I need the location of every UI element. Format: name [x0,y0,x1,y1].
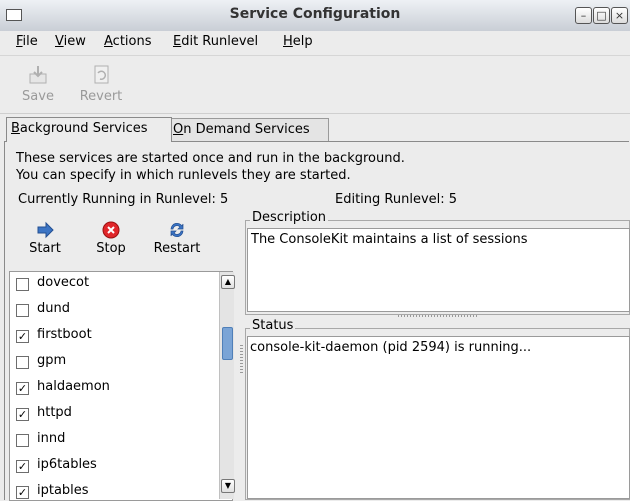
pane-splitter-vertical[interactable] [240,345,243,373]
service-name: ip6tables [37,457,97,472]
window-title: Service Configuration [229,6,401,22]
service-checkbox-ip6tables[interactable]: ✓ [16,460,29,473]
service-row-firstboot[interactable]: ✓ firstboot [10,324,220,350]
service-row-iptables[interactable]: ✓ iptables [10,480,220,500]
service-row-gpm[interactable]: gpm [10,350,220,376]
restart-icon [170,222,184,238]
services-scrollbar[interactable]: ▲ ▼ [219,272,235,499]
scroll-down-arrow-icon[interactable]: ▼ [221,479,235,493]
status-text-area[interactable] [247,336,630,499]
service-name: iptables [37,483,89,498]
description-line-1: These services are started once and run … [16,151,405,166]
service-checkbox-iptables[interactable]: ✓ [16,486,29,499]
service-row-haldaemon[interactable]: ✓ haldaemon [10,376,220,402]
service-checkbox-gpm[interactable] [16,356,29,369]
scroll-thumb[interactable] [222,327,233,360]
menu-file[interactable]: File [16,34,38,49]
stop-icon [102,221,120,239]
service-row-dund[interactable]: dund [10,298,220,324]
service-name: httpd [37,405,72,420]
stop-button[interactable]: Stop [80,221,142,263]
description-line-2: You can specify in which runlevels they … [16,168,351,183]
tab-background-services[interactable]: Background Services [6,117,172,142]
menu-bar [0,31,630,56]
service-name: innd [37,431,66,446]
description-text: The ConsoleKit maintains a list of sessi… [251,232,528,247]
service-checkbox-haldaemon[interactable]: ✓ [16,382,29,395]
minimize-button[interactable]: – [575,7,592,24]
service-checkbox-dund[interactable] [16,304,29,317]
service-checkbox-dovecot[interactable] [16,278,29,291]
service-name: firstboot [37,327,92,342]
service-row-ip6tables[interactable]: ✓ ip6tables [10,454,220,480]
status-text: console-kit-daemon (pid 2594) is running… [250,340,532,355]
save-icon [29,66,47,84]
service-checkbox-firstboot[interactable]: ✓ [16,330,29,343]
revert-button[interactable]: Revert [71,62,131,112]
service-row-dovecot[interactable]: dovecot [10,272,220,298]
running-runlevel-label: Currently Running in Runlevel: 5 [18,192,229,207]
service-checkbox-httpd[interactable]: ✓ [16,408,29,421]
menu-view[interactable]: View [55,34,86,49]
service-name: dund [37,301,70,316]
service-name: gpm [37,353,67,368]
tab-on-demand-services[interactable]: On Demand Services [168,118,329,141]
start-arrow-icon [37,221,54,239]
service-name: haldaemon [37,379,110,394]
revert-icon [94,65,109,84]
close-button[interactable]: × [611,7,628,24]
status-frame-label: Status [250,318,296,333]
services-list[interactable]: dovecot dund ✓ firstboot gpm ✓ haldaemon ✓ httpd… [9,271,233,501]
service-row-httpd[interactable]: ✓ httpd [10,402,220,428]
start-button[interactable]: Start [14,221,76,263]
menu-actions[interactable]: Actions [104,34,152,49]
maximize-button[interactable]: □ [593,7,610,24]
description-frame-label: Description [250,210,329,225]
restart-button[interactable]: Restart [146,221,208,263]
menu-edit-runlevel[interactable]: Edit Runlevel [173,34,258,49]
service-name: dovecot [37,275,90,290]
service-row-innd[interactable]: innd [10,428,220,454]
menu-help[interactable]: Help [283,34,313,49]
save-button[interactable]: Save [14,62,62,112]
service-checkbox-innd[interactable] [16,434,29,447]
scroll-up-arrow-icon[interactable]: ▲ [221,275,235,289]
editing-runlevel-label: Editing Runlevel: 5 [335,192,458,207]
